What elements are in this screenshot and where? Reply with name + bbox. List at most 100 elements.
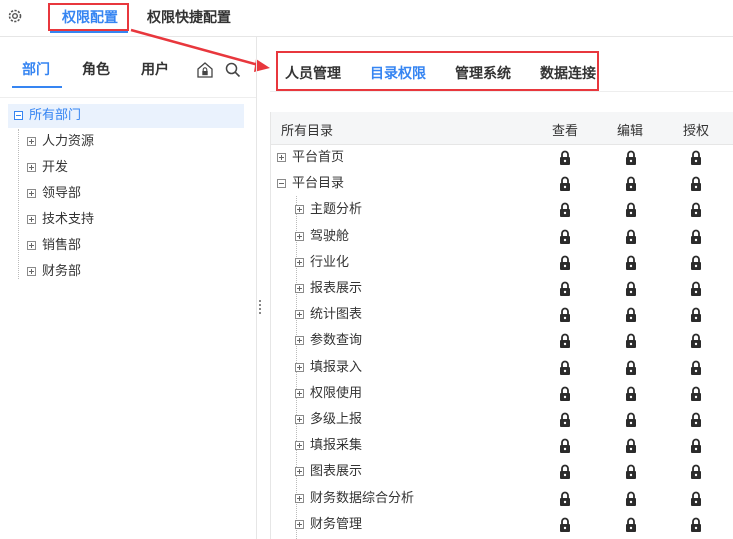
lock-edit-icon[interactable] [625, 360, 637, 376]
lock-view-icon[interactable] [559, 438, 571, 454]
table-row[interactable]: 权限使用 [295, 381, 362, 407]
lock-authorize-icon[interactable] [690, 360, 702, 376]
table-row[interactable]: 参数查询 [295, 328, 362, 354]
table-row[interactable]: 主题分析 [295, 197, 362, 223]
expand-icon[interactable] [295, 310, 304, 320]
lock-view-icon[interactable] [559, 386, 571, 402]
expand-icon[interactable] [295, 205, 304, 215]
tab-role[interactable]: 角色 [82, 59, 110, 79]
lock-view-icon[interactable] [559, 412, 571, 428]
lock-view-icon[interactable] [559, 333, 571, 349]
lock-edit-icon[interactable] [625, 412, 637, 428]
lock-authorize-icon[interactable] [690, 307, 702, 323]
expand-icon[interactable] [27, 267, 36, 276]
expand-icon[interactable] [295, 467, 304, 477]
expand-icon[interactable] [27, 137, 36, 146]
panel-splitter[interactable] [258, 300, 262, 316]
tree-item[interactable]: 财务部 [8, 260, 244, 284]
lock-authorize-icon[interactable] [690, 176, 702, 192]
table-row[interactable]: 平台目录 [277, 171, 344, 197]
lock-view-icon[interactable] [559, 202, 571, 218]
lock-authorize-icon[interactable] [690, 202, 702, 218]
table-row[interactable]: 财务管理 [295, 512, 362, 538]
lock-edit-icon[interactable] [625, 202, 637, 218]
table-row[interactable]: 图表展示 [295, 459, 362, 485]
tree-item[interactable]: 销售部 [8, 234, 244, 258]
search-icon[interactable] [224, 61, 242, 79]
lock-authorize-icon[interactable] [690, 281, 702, 297]
expand-icon[interactable] [27, 241, 36, 250]
lock-edit-icon[interactable] [625, 255, 637, 271]
lock-authorize-icon[interactable] [690, 517, 702, 533]
lock-authorize-icon[interactable] [690, 229, 702, 245]
lock-edit-icon[interactable] [625, 464, 637, 480]
table-row[interactable]: 填报录入 [295, 355, 362, 381]
table-row[interactable]: 行业化 [295, 250, 349, 276]
lock-house-icon[interactable] [196, 61, 214, 79]
tree-root-all-departments[interactable]: 所有部门 [8, 104, 244, 128]
lock-view-icon[interactable] [559, 517, 571, 533]
row-label: 权限使用 [310, 385, 363, 401]
lock-edit-icon[interactable] [625, 281, 637, 297]
expand-icon[interactable] [295, 415, 304, 424]
expand-icon[interactable] [295, 284, 304, 293]
expand-icon[interactable] [295, 231, 304, 241]
tab-user[interactable]: 用户 [141, 59, 169, 79]
expand-icon[interactable] [295, 519, 304, 529]
lock-view-icon[interactable] [559, 360, 571, 376]
lock-view-icon[interactable] [559, 229, 571, 245]
lock-view-icon[interactable] [559, 255, 571, 271]
lock-authorize-icon[interactable] [690, 386, 702, 402]
lock-edit-icon[interactable] [625, 491, 637, 507]
table-row[interactable]: 财务数据综合分析 [295, 486, 414, 512]
lock-authorize-icon[interactable] [690, 491, 702, 507]
lock-authorize-icon[interactable] [690, 255, 702, 271]
tree-item-label: 技术支持 [42, 212, 95, 227]
lock-edit-icon[interactable] [625, 176, 637, 192]
tree-item[interactable]: 开发 [8, 156, 244, 180]
lock-edit-icon[interactable] [625, 307, 637, 323]
header-authorize: 授权 [683, 124, 710, 139]
lock-view-icon[interactable] [559, 176, 571, 192]
collapse-icon[interactable] [277, 179, 286, 189]
expand-icon[interactable] [295, 336, 304, 346]
collapse-icon[interactable] [14, 111, 23, 120]
lock-authorize-icon[interactable] [690, 412, 702, 428]
table-row[interactable]: 报表展示 [295, 276, 362, 302]
expand-icon[interactable] [27, 215, 36, 224]
table-row[interactable]: 平台首页 [277, 145, 344, 171]
table-row[interactable]: 填报采集 [295, 433, 362, 459]
expand-icon[interactable] [27, 189, 36, 198]
lock-edit-icon[interactable] [625, 229, 637, 245]
expand-icon[interactable] [295, 493, 304, 503]
tree-item[interactable]: 领导部 [8, 182, 244, 206]
expand-icon[interactable] [295, 441, 304, 451]
expand-icon[interactable] [295, 362, 304, 372]
lock-edit-icon[interactable] [625, 150, 637, 166]
tree-item[interactable]: 技术支持 [8, 208, 244, 232]
table-row[interactable]: 多级上报 [295, 407, 362, 433]
lock-edit-icon[interactable] [625, 386, 637, 402]
lock-view-icon[interactable] [559, 491, 571, 507]
lock-edit-icon[interactable] [625, 517, 637, 533]
tree-item[interactable]: 人力资源 [8, 130, 244, 154]
lock-edit-icon[interactable] [625, 333, 637, 349]
lock-authorize-icon[interactable] [690, 438, 702, 454]
lock-view-icon[interactable] [559, 464, 571, 480]
table-row[interactable]: 统计图表 [295, 302, 362, 328]
lock-authorize-icon[interactable] [690, 464, 702, 480]
lock-view-icon[interactable] [559, 281, 571, 297]
header-all-directories: 所有目录 [281, 124, 334, 139]
lock-edit-icon[interactable] [625, 438, 637, 454]
lock-authorize-icon[interactable] [690, 333, 702, 349]
table-row[interactable]: 驾驶舱 [295, 224, 349, 250]
tab-department[interactable]: 部门 [22, 59, 50, 79]
lock-authorize-icon[interactable] [690, 150, 702, 166]
lock-view-icon[interactable] [559, 150, 571, 166]
lock-view-icon[interactable] [559, 307, 571, 323]
expand-icon[interactable] [295, 388, 304, 398]
tree-item-label: 开发 [42, 160, 69, 175]
expand-icon[interactable] [295, 257, 304, 267]
expand-icon[interactable] [277, 153, 286, 162]
expand-icon[interactable] [27, 163, 36, 172]
